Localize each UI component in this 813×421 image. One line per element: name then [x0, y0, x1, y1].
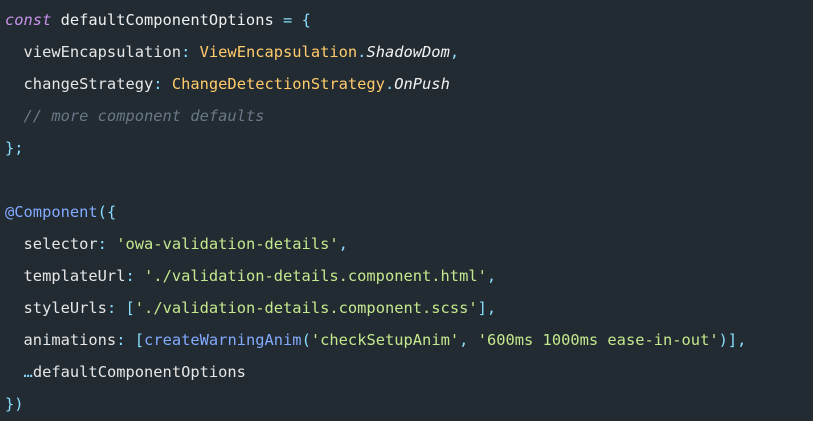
code-token-punct: ],	[477, 299, 497, 317]
code-token-string: 'owa-validation-details'	[116, 235, 339, 253]
code-token-op: :	[125, 267, 135, 285]
code-token-punct: )],	[718, 331, 747, 349]
code-line[interactable]: viewEncapsulation: ViewEncapsulation.Sha…	[0, 36, 813, 68]
code-token-op: ,	[486, 267, 497, 285]
code-token-op: ,	[449, 43, 460, 61]
code-token-type: ViewEncapsulation	[199, 43, 358, 61]
code-token-member: ShadowDom	[366, 43, 450, 61]
code-line[interactable]	[0, 164, 813, 196]
code-token-prop: templateUrl	[5, 267, 126, 285]
code-token-type: ChangeDetectionStrategy	[171, 75, 385, 93]
code-token-op: .	[384, 75, 395, 93]
code-token-op: :	[181, 43, 191, 61]
code-line[interactable]: templateUrl: './validation-details.compo…	[0, 260, 813, 292]
code-line[interactable]: };	[0, 132, 813, 164]
code-line[interactable]: const defaultComponentOptions = {	[0, 4, 813, 36]
code-token-op: ,	[338, 235, 348, 253]
code-line[interactable]: })	[0, 388, 813, 420]
code-token-punct: };	[5, 139, 24, 157]
code-editor[interactable]: const defaultComponentOptions = { viewEn…	[0, 0, 813, 421]
code-token-op: :	[153, 75, 163, 93]
code-line[interactable]: styleUrls: ['./validation-details.compon…	[0, 292, 813, 324]
code-token-string: './validation-details.component.scss'	[134, 299, 478, 317]
code-token-punct: [	[134, 331, 145, 349]
code-token-keyword: const	[5, 11, 52, 29]
code-line[interactable]: @Component({	[0, 196, 813, 228]
code-token-decorator: @Component	[5, 203, 98, 221]
code-token-prop: animations	[5, 331, 117, 349]
code-token-op: :	[106, 299, 117, 317]
code-token-op: …	[23, 363, 33, 381]
code-token-op: ,	[459, 331, 469, 349]
code-token-punct: ({	[97, 203, 117, 221]
code-token-string: '600ms 1000ms ease-in-out'	[477, 331, 719, 349]
code-token-plain: defaultComponentOptions	[32, 363, 246, 381]
code-token-punct: [	[125, 299, 135, 317]
code-line[interactable]: …defaultComponentOptions	[0, 356, 813, 388]
code-token-prop: viewEncapsulation	[5, 43, 182, 61]
code-token-punct: {	[301, 11, 311, 29]
code-token-string: 'checkSetupAnim'	[310, 331, 460, 349]
code-line[interactable]: animations: [createWarningAnim('checkSet…	[0, 324, 813, 356]
code-line[interactable]: changeStrategy: ChangeDetectionStrategy.…	[0, 68, 813, 100]
code-token-prop: styleUrls	[5, 299, 107, 317]
code-token-member: OnPush	[394, 75, 450, 93]
code-line[interactable]: selector: 'owa-validation-details',	[0, 228, 813, 260]
code-token-prop: changeStrategy	[5, 75, 154, 93]
code-token-ident: defaultComponentOptions	[51, 11, 283, 29]
code-token-func: createWarningAnim	[144, 331, 302, 349]
code-token-op: :	[97, 235, 107, 253]
code-line[interactable]: // more component defaults	[0, 100, 813, 132]
code-token-comment: // more component defaults	[5, 107, 265, 125]
code-token-punct: })	[5, 395, 24, 413]
code-token-punct: (	[301, 331, 311, 349]
code-token-op: =	[283, 11, 293, 29]
code-token-string: './validation-details.component.html'	[144, 267, 487, 285]
code-token-prop: selector	[5, 235, 98, 253]
